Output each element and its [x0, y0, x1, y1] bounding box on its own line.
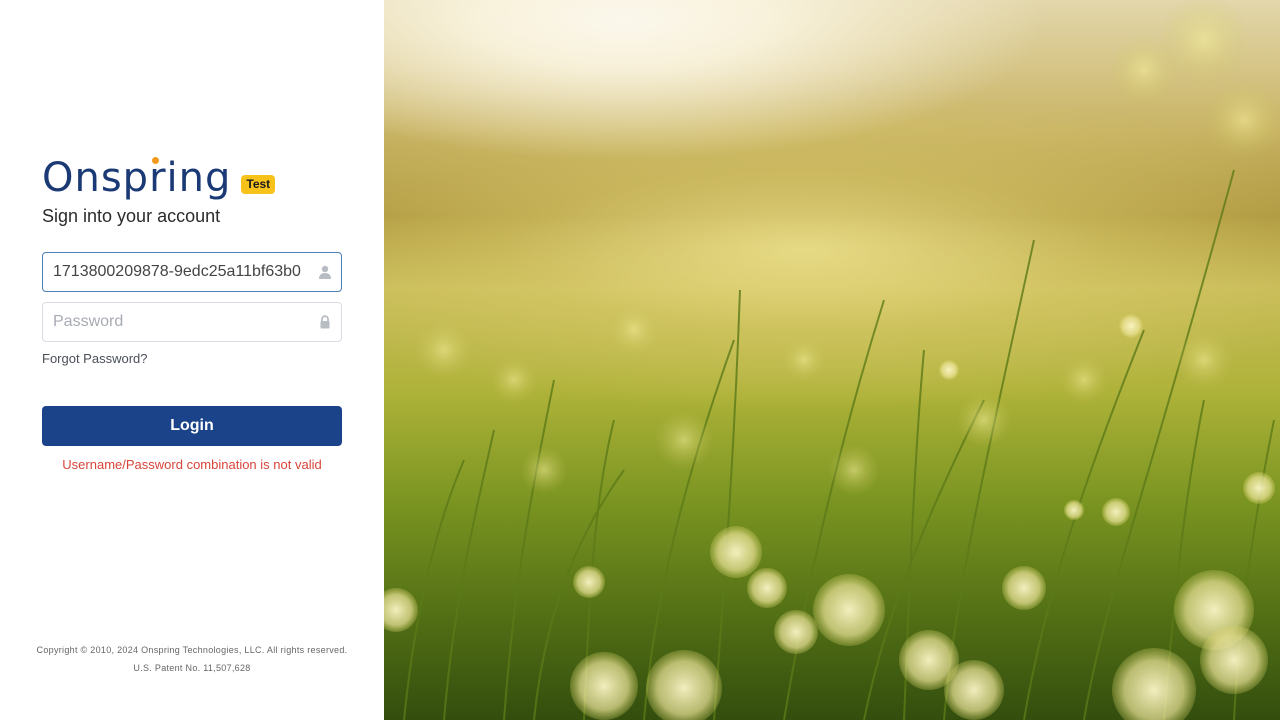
copyright-text: Copyright © 2010, 2024 Onspring Technolo… — [36, 645, 348, 655]
grass-photo-illustration — [384, 0, 1280, 720]
error-message: Username/Password combination is not val… — [62, 457, 322, 472]
login-button[interactable]: Login — [42, 406, 342, 446]
forgot-password-link[interactable]: Forgot Password? — [42, 351, 148, 366]
patent-text: U.S. Patent No. 11,507,628 — [133, 663, 251, 673]
hero-grass-photo — [384, 0, 1280, 720]
footer: Copyright © 2010, 2024 Onspring Technolo… — [0, 641, 384, 677]
page-title: Sign into your account — [42, 206, 221, 226]
password-field[interactable] — [42, 302, 342, 342]
lock-icon — [320, 315, 330, 329]
brand-header: Onspring Test — [42, 152, 276, 200]
login-panel: Onspring Test Sign into your account For… — [0, 0, 384, 720]
logo-accent-dot — [152, 157, 159, 164]
password-input[interactable] — [43, 303, 313, 341]
logo-wordmark: Onspring — [42, 155, 232, 201]
user-icon — [319, 265, 331, 279]
onspring-logo: Onspring — [42, 156, 231, 200]
username-input[interactable] — [43, 253, 313, 291]
environment-badge: Test — [241, 175, 276, 194]
username-field[interactable] — [42, 252, 342, 292]
